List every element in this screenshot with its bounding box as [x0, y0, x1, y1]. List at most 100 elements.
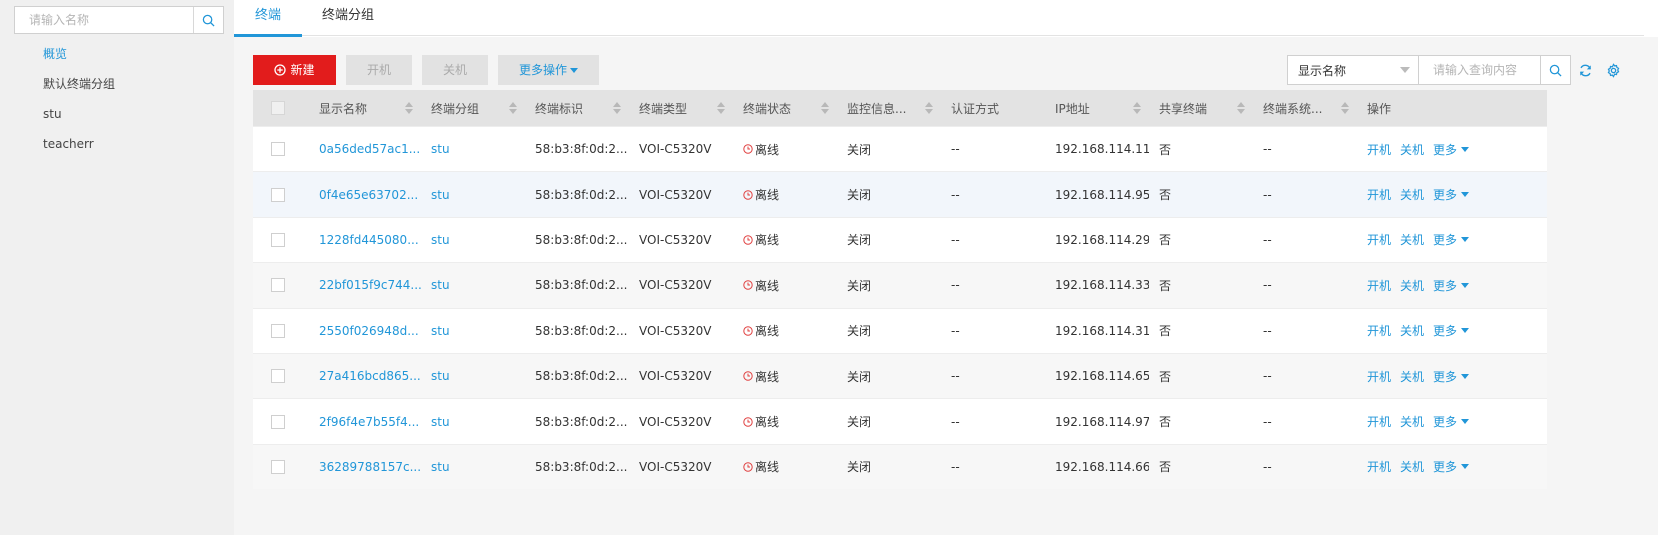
cell-name[interactable]: 27a416bcd865...	[309, 354, 421, 398]
terminal-name-link[interactable]: 2550f026948d...	[319, 324, 419, 338]
terminal-group-link[interactable]: stu	[431, 369, 450, 383]
row-power-off-link[interactable]: 关机	[1400, 186, 1424, 203]
select-all-checkbox[interactable]	[271, 101, 285, 115]
table-row[interactable]: 2550f026948d... stu 58:b3:8f:0d:2... VOI-C5…	[253, 307, 1547, 353]
row-power-on-link[interactable]: 开机	[1367, 413, 1391, 430]
row-more-dropdown[interactable]: 更多	[1433, 322, 1470, 339]
row-checkbox[interactable]	[271, 232, 285, 247]
row-more-dropdown[interactable]: 更多	[1433, 368, 1470, 385]
column-header[interactable]: 终端分组	[421, 90, 525, 126]
terminal-name-link[interactable]: 0f4e65e63702...	[319, 188, 418, 202]
terminal-group-link[interactable]: stu	[431, 415, 450, 429]
row-power-off-link[interactable]: 关机	[1400, 231, 1424, 248]
terminal-group-link[interactable]: stu	[431, 233, 450, 247]
query-search-button[interactable]	[1541, 55, 1571, 85]
refresh-button[interactable]	[1571, 55, 1599, 85]
terminal-name-link[interactable]: 22bf015f9c744...	[319, 278, 421, 292]
row-power-off-link[interactable]: 关机	[1400, 277, 1424, 294]
row-power-off-link[interactable]: 关机	[1400, 368, 1424, 385]
sort-icon[interactable]	[821, 102, 829, 114]
row-power-on-link[interactable]: 开机	[1367, 186, 1391, 203]
power-off-button[interactable]: 关机	[422, 55, 488, 85]
cell-group[interactable]: stu	[421, 218, 525, 262]
sort-icon[interactable]	[1237, 102, 1245, 114]
cell-name[interactable]: 2f96f4e7b55f4...	[309, 399, 421, 443]
sidebar-search-input[interactable]	[15, 7, 193, 33]
sort-icon[interactable]	[613, 102, 621, 114]
table-row[interactable]: 27a416bcd865... stu 58:b3:8f:0d:2... VOI-C5…	[253, 352, 1547, 399]
table-row[interactable]: 0a56ded57ac1... stu 58:b3:8f:0d:2... VOI-C5…	[253, 126, 1547, 172]
row-power-on-link[interactable]: 开机	[1367, 368, 1391, 385]
terminal-group-link[interactable]: stu	[431, 460, 450, 474]
row-more-dropdown[interactable]: 更多	[1433, 186, 1470, 203]
sort-icon[interactable]	[509, 102, 517, 114]
row-checkbox[interactable]	[271, 414, 285, 429]
cell-name[interactable]: 22bf015f9c744...	[309, 263, 421, 307]
terminal-name-link[interactable]: 0a56ded57ac1...	[319, 142, 420, 156]
sort-icon[interactable]	[1133, 102, 1141, 114]
column-settings-button[interactable]	[1599, 55, 1627, 85]
sidebar-item[interactable]: 默认终端分组	[43, 76, 115, 106]
terminal-name-link[interactable]: 1228fd445080...	[319, 233, 419, 247]
column-header[interactable]: 终端类型	[629, 90, 733, 126]
row-power-off-link[interactable]: 关机	[1400, 458, 1424, 475]
row-checkbox[interactable]	[271, 459, 285, 474]
terminal-name-link[interactable]: 27a416bcd865...	[319, 369, 421, 383]
table-row[interactable]: 0f4e65e63702... stu 58:b3:8f:0d:2... VOI-C5…	[253, 171, 1547, 217]
terminal-group-link[interactable]: stu	[431, 142, 450, 156]
column-header[interactable]: 终端标识	[525, 90, 629, 126]
sidebar-item[interactable]: stu	[43, 106, 115, 136]
table-row[interactable]: 2f96f4e7b55f4... stu 58:b3:8f:0d:2... VOI-C…	[253, 398, 1547, 444]
terminal-group-link[interactable]: stu	[431, 188, 450, 202]
row-power-off-link[interactable]: 关机	[1400, 413, 1424, 430]
cell-group[interactable]: stu	[421, 172, 525, 216]
cell-group[interactable]: stu	[421, 309, 525, 353]
row-checkbox[interactable]	[271, 369, 285, 384]
cell-name[interactable]: 36289788157c...	[309, 445, 421, 489]
row-power-on-link[interactable]: 开机	[1367, 231, 1391, 248]
row-power-off-link[interactable]: 关机	[1400, 322, 1424, 339]
column-header[interactable]: 显示名称	[309, 90, 421, 126]
cell-group[interactable]: stu	[421, 127, 525, 171]
more-actions-button[interactable]: 更多操作	[498, 55, 599, 85]
row-checkbox[interactable]	[271, 278, 285, 293]
cell-group[interactable]: stu	[421, 263, 525, 307]
row-more-dropdown[interactable]: 更多	[1433, 231, 1470, 248]
cell-group[interactable]: stu	[421, 445, 525, 489]
sort-icon[interactable]	[1341, 102, 1349, 114]
cell-name[interactable]: 0a56ded57ac1...	[309, 127, 421, 171]
new-button[interactable]: 新建	[253, 55, 336, 85]
terminal-group-link[interactable]: stu	[431, 278, 450, 292]
row-checkbox[interactable]	[271, 323, 285, 338]
row-power-on-link[interactable]: 开机	[1367, 322, 1391, 339]
sort-icon[interactable]	[717, 102, 725, 114]
row-power-on-link[interactable]: 开机	[1367, 458, 1391, 475]
column-header[interactable]: 终端状态	[733, 90, 837, 126]
table-row[interactable]: 36289788157c... stu 58:b3:8f:0d:2... VOI-C5…	[253, 443, 1547, 490]
row-more-dropdown[interactable]: 更多	[1433, 141, 1470, 158]
row-more-dropdown[interactable]: 更多	[1433, 413, 1470, 430]
cell-group[interactable]: stu	[421, 354, 525, 398]
table-row[interactable]: 1228fd445080... stu 58:b3:8f:0d:2... VOI-C5…	[253, 216, 1547, 263]
search-field-select[interactable]: 显示名称	[1287, 55, 1419, 85]
cell-group[interactable]: stu	[421, 399, 525, 443]
row-power-off-link[interactable]: 关机	[1400, 141, 1424, 158]
tab-terminal-groups[interactable]: 终端分组	[302, 0, 394, 36]
cell-name[interactable]: 0f4e65e63702...	[309, 172, 421, 216]
power-on-button[interactable]: 开机	[346, 55, 412, 85]
table-row[interactable]: 22bf015f9c744... stu 58:b3:8f:0d:2... VOI-C…	[253, 262, 1547, 308]
row-more-dropdown[interactable]: 更多	[1433, 277, 1470, 294]
column-header[interactable]: IP地址	[1045, 90, 1149, 126]
row-power-on-link[interactable]: 开机	[1367, 141, 1391, 158]
sidebar-search-button[interactable]	[193, 7, 223, 33]
row-checkbox[interactable]	[271, 187, 285, 202]
row-checkbox[interactable]	[271, 142, 285, 157]
row-power-on-link[interactable]: 开机	[1367, 277, 1391, 294]
cell-name[interactable]: 1228fd445080...	[309, 218, 421, 262]
terminal-group-link[interactable]: stu	[431, 324, 450, 338]
sort-icon[interactable]	[405, 102, 413, 114]
sidebar-item[interactable]: teacherr	[43, 136, 115, 166]
column-header[interactable]: 监控信息...	[837, 90, 941, 126]
cell-name[interactable]: 2550f026948d...	[309, 309, 421, 353]
query-input[interactable]	[1419, 56, 1540, 84]
